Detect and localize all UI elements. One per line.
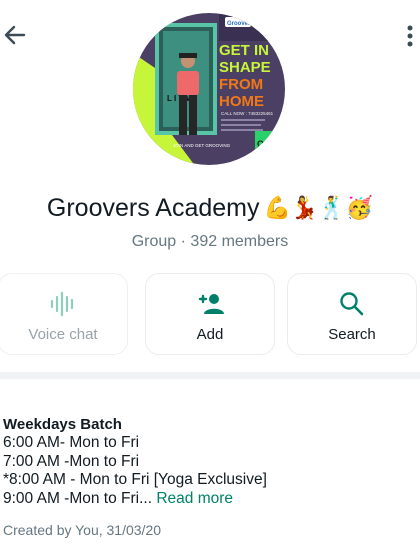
description-body: 6:00 AM- Mon to Fri 7:00 AM -Mon to Fri … — [3, 434, 267, 508]
read-more-link[interactable]: Read more — [156, 490, 233, 507]
description-line: 6:00 AM- Mon to Fri — [3, 434, 140, 451]
search-button[interactable]: Search — [287, 273, 417, 355]
description-line: 7:00 AM -Mon to Fri — [3, 452, 140, 470]
back-button[interactable] — [2, 22, 28, 48]
avatar-call-text: CALL NOW : 7483225461 — [221, 111, 274, 116]
add-person-icon — [198, 294, 224, 314]
group-emojis: 💪💃🕺🥳 — [263, 196, 374, 221]
avatar-badge-text: Groovers — [227, 21, 254, 27]
add-member-button[interactable]: Add — [145, 273, 275, 355]
voice-waveform-icon — [50, 291, 74, 317]
arrow-back-icon — [4, 25, 26, 45]
more-options-button[interactable] — [404, 24, 416, 48]
group-name-row[interactable]: Groovers Academy 💪💃🕺🥳 — [0, 194, 420, 223]
group-member-count: Group · 392 members — [131, 233, 289, 250]
created-info: Created by You, 31/03/20 — [3, 522, 162, 538]
group-info-header: L I V W Groovers GET IN SHAPE FROM HOME … — [0, 0, 420, 372]
search-icon — [340, 292, 364, 316]
avatar-headline-1: GET IN — [219, 42, 269, 59]
more-vertical-icon — [407, 25, 413, 47]
avatar-headline-2: SHAPE — [219, 59, 271, 76]
description-line-last: 9:00 AM -Mon to Fri... Read more — [3, 490, 267, 509]
group-name: Groovers Academy — [46, 194, 260, 222]
group-avatar[interactable]: L I V W Groovers GET IN SHAPE FROM HOME … — [133, 13, 285, 165]
description-line: 9:00 AM -Mon to Fri... — [3, 489, 153, 507]
add-label: Add — [196, 326, 224, 343]
description-line: *8:00 AM - Mon to Fri [Yoga Exclusive] — [3, 471, 267, 488]
voice-chat-button[interactable]: Voice chat — [0, 273, 128, 355]
avatar-corner-text: Onli — [257, 139, 275, 149]
avatar-headline-4: HOME — [219, 93, 264, 110]
avatar-footer-text: JOIN AND GET GROOVING — [173, 143, 231, 148]
avatar-headline-3: FROM — [219, 76, 263, 93]
description-title: Weekdays Batch — [3, 416, 122, 433]
search-label: Search — [328, 326, 376, 343]
voice-chat-label: Voice chat — [28, 326, 98, 343]
